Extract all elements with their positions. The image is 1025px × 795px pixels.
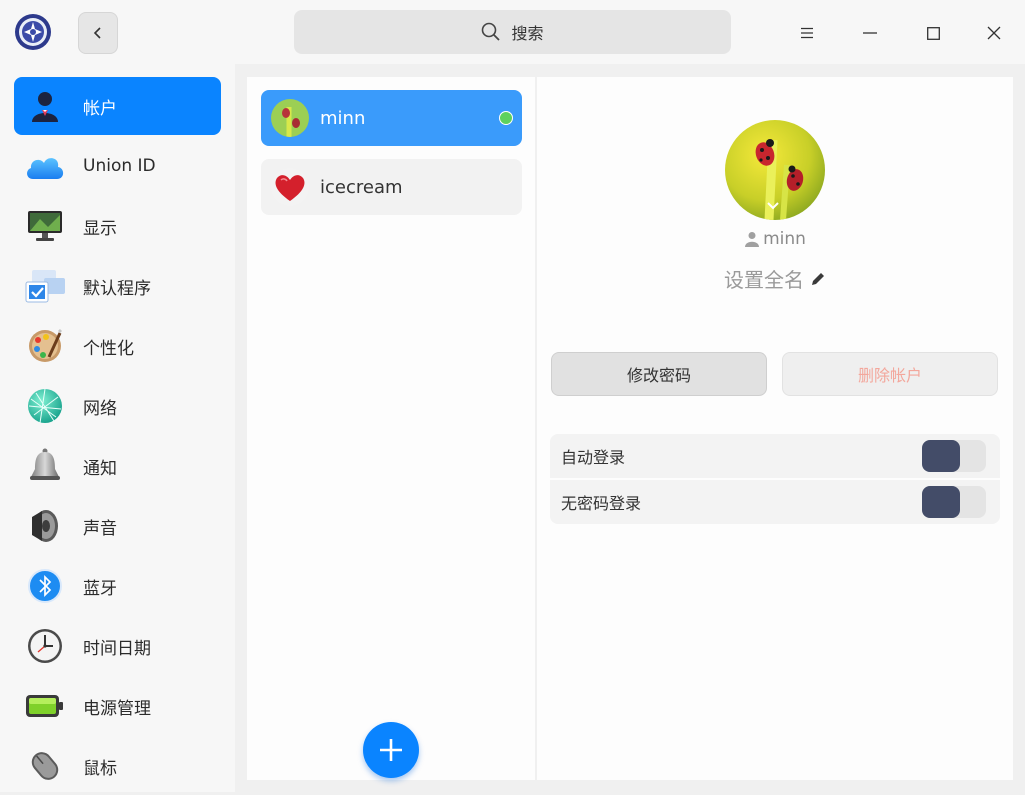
sidebar-item-network[interactable]: 网络	[14, 377, 221, 435]
chevron-left-icon	[93, 27, 101, 39]
sidebar-item-label: 帐户	[83, 98, 117, 119]
cloud-icon	[24, 145, 66, 187]
ladybug-avatar	[271, 99, 309, 137]
sidebar-item-label: 显示	[83, 218, 117, 239]
account-avatar[interactable]	[725, 120, 825, 220]
close-button[interactable]	[976, 15, 1012, 51]
sidebar-item-label: 通知	[83, 458, 117, 479]
login-settings: 自动登录 无密码登录	[550, 434, 1000, 524]
account-list-panel: minn icecream	[247, 77, 535, 780]
sidebar-item-label: 鼠标	[83, 758, 117, 779]
bell-icon	[24, 445, 66, 487]
user-account-icon	[24, 85, 66, 127]
speaker-icon	[24, 505, 66, 547]
sidebar-item-label: 时间日期	[83, 638, 151, 659]
sidebar: 帐户 Union ID 显示 默认程序 个性化 网络 通知 声音 蓝牙 时间日期…	[0, 64, 235, 792]
close-icon	[987, 26, 1001, 40]
add-account-button[interactable]	[363, 722, 419, 778]
account-name: icecream	[320, 176, 403, 198]
toggle-knob	[922, 440, 960, 472]
sidebar-item-sound[interactable]: 声音	[14, 497, 221, 555]
back-button[interactable]	[78, 12, 118, 54]
sidebar-item-accounts[interactable]: 帐户	[14, 77, 221, 135]
username-row: minn	[537, 229, 1013, 249]
search-placeholder: 搜索	[511, 24, 544, 43]
passwordless-login-toggle[interactable]	[922, 486, 986, 518]
sidebar-item-datetime[interactable]: 时间日期	[14, 617, 221, 675]
delete-account-button[interactable]: 删除帐户	[782, 352, 998, 396]
heart-avatar	[271, 168, 309, 206]
monitor-icon	[24, 205, 66, 247]
plus-icon	[380, 739, 402, 761]
palette-icon	[24, 325, 66, 367]
fullname-placeholder: 设置全名	[724, 268, 804, 292]
title-bar: 搜索	[0, 0, 1025, 64]
minimize-icon	[863, 32, 877, 34]
sidebar-item-display[interactable]: 显示	[14, 197, 221, 255]
network-globe-icon	[24, 385, 66, 427]
menu-button[interactable]	[789, 15, 825, 51]
sidebar-item-personalization[interactable]: 个性化	[14, 317, 221, 375]
sidebar-item-bluetooth[interactable]: 蓝牙	[14, 557, 221, 615]
minimize-button[interactable]	[852, 15, 888, 51]
change-password-button[interactable]: 修改密码	[551, 352, 767, 396]
toggle-knob	[922, 486, 960, 518]
sidebar-item-label: 电源管理	[83, 698, 151, 719]
account-item-minn[interactable]: minn	[261, 90, 522, 146]
account-detail-panel: minn 设置全名 修改密码 删除帐户 自动登录 无密码登录	[537, 77, 1013, 780]
fullname-row[interactable]: 设置全名	[537, 264, 1013, 293]
auto-login-row: 自动登录	[550, 434, 1000, 478]
sidebar-item-label: 个性化	[83, 338, 134, 359]
sidebar-item-power[interactable]: 电源管理	[14, 677, 221, 735]
edit-pencil-icon[interactable]	[810, 271, 826, 287]
battery-icon	[24, 685, 66, 727]
maximize-icon	[926, 26, 940, 40]
hamburger-menu-icon	[801, 27, 813, 39]
sidebar-item-mouse[interactable]: 鼠标	[14, 737, 221, 795]
sidebar-item-label: 声音	[83, 518, 117, 539]
passwordless-login-label: 无密码登录	[561, 494, 642, 513]
search-icon	[482, 22, 501, 41]
sidebar-item-label: Union ID	[83, 156, 156, 176]
sidebar-item-default-apps[interactable]: 默认程序	[14, 257, 221, 315]
user-icon	[745, 232, 760, 247]
sidebar-item-label: 蓝牙	[83, 578, 117, 599]
sidebar-item-label: 网络	[83, 398, 117, 419]
mouse-icon	[24, 745, 66, 787]
clock-icon	[24, 625, 66, 667]
account-item-icecream[interactable]: icecream	[261, 159, 522, 215]
sidebar-item-union-id[interactable]: Union ID	[14, 137, 221, 195]
control-center-logo-icon	[14, 13, 52, 51]
account-name: minn	[320, 107, 366, 129]
auto-login-label: 自动登录	[561, 448, 626, 467]
auto-login-toggle[interactable]	[922, 440, 986, 472]
default-apps-icon	[24, 265, 66, 307]
username-label: minn	[763, 229, 806, 249]
bluetooth-icon	[24, 565, 66, 607]
search-input[interactable]: 搜索	[294, 10, 731, 54]
maximize-button[interactable]	[915, 15, 951, 51]
online-status-indicator	[499, 111, 513, 125]
passwordless-login-row: 无密码登录	[550, 480, 1000, 524]
sidebar-item-notifications[interactable]: 通知	[14, 437, 221, 495]
sidebar-item-label: 默认程序	[83, 278, 151, 299]
